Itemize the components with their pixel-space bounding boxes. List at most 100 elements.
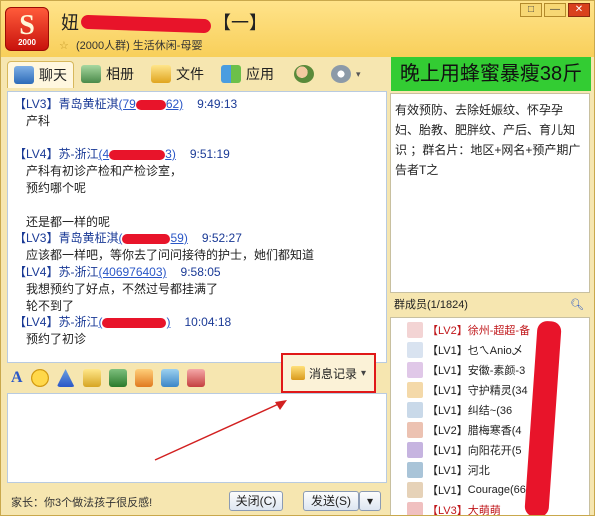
avatar <box>407 362 423 378</box>
avatar <box>407 442 423 458</box>
message-history-button[interactable]: 消息记录 ▾ <box>281 353 376 393</box>
redaction-mark <box>109 149 166 160</box>
close-button[interactable]: 关闭(C) <box>229 491 283 511</box>
folder-icon <box>151 65 171 83</box>
member-row[interactable]: 【LV2】 腊梅寒香(4 <box>391 420 589 440</box>
sender-id-link[interactable]: (59) <box>118 231 187 245</box>
minimize-button[interactable]: — <box>544 3 566 17</box>
avatar <box>407 342 423 358</box>
tip-link[interactable]: 家长：你3个做法孩子很反感! <box>11 494 152 510</box>
redaction-mark <box>122 233 171 244</box>
avatar <box>407 402 423 418</box>
member-row[interactable]: 【LV1】 纠结~(36 <box>391 400 589 420</box>
member-level: 【LV1】 <box>427 385 468 397</box>
doc-icon[interactable] <box>134 369 153 387</box>
group-category: 生活休闲-母婴 <box>132 40 203 52</box>
chevron-down-icon: ▾ <box>360 367 367 379</box>
message-time: 9:52:27 <box>201 231 242 245</box>
chat-message: 【LV4】苏-浙江(406976403) 9:58:05 我想预约了好点，不然过号… <box>14 264 221 315</box>
member-name: Courage(66 <box>467 484 526 496</box>
member-row[interactable]: 【LV3】 大萌萌 <box>391 500 589 516</box>
screenshot-icon[interactable] <box>160 369 179 387</box>
tab-chat-label: 聊天 <box>39 67 67 83</box>
maximize-button[interactable]: □ <box>520 3 542 17</box>
settings-button[interactable]: ▾ <box>331 61 361 87</box>
message-sender[interactable]: 苏-浙江 <box>58 315 98 329</box>
member-row[interactable]: 【LV1】 守护精灵(34 <box>391 380 589 400</box>
tab-apps[interactable]: 应用 <box>221 61 274 87</box>
message-header: 【LV3】青岛黄柾淇(59) 9:52:27 <box>14 230 314 247</box>
sender-id-link[interactable]: (4 3) <box>98 147 175 161</box>
group-member-count: (2000人群) <box>75 40 130 52</box>
members-count: 群成员(1/1824) <box>394 299 468 311</box>
tab-chat[interactable]: 聊天 <box>7 61 74 88</box>
member-row[interactable]: 【LV1】 安徽-素颜-3 <box>391 360 589 380</box>
tab-album-label: 相册 <box>106 66 134 82</box>
tab-album[interactable]: 相册 <box>81 61 134 87</box>
chat-message: 【LV3】青岛黄柾淇(79 62) 9:49:13 产科 <box>14 96 237 130</box>
tab-files[interactable]: 文件 <box>151 61 204 87</box>
emoji-icon[interactable] <box>30 369 49 387</box>
annotation-arrow <box>154 400 287 461</box>
member-name: 腊梅寒香(4 <box>467 425 522 437</box>
group-notice: 有效预防、去除妊娠纹、怀孕孕妇、胎教、肥胖纹、产后、育儿知识 ；群名片：地区+网… <box>390 93 590 293</box>
send-options-button[interactable]: ▾ <box>359 491 381 511</box>
message-sender[interactable]: 青岛黄柾淇 <box>58 97 118 111</box>
ad-banner[interactable]: 晚上用蜂蜜暴瘦38斤 <box>391 57 591 91</box>
star-icon[interactable]: ☆ <box>59 40 69 52</box>
message-text: 应该都一样吧，等你去了问问接待的护士，她们都知道 <box>26 248 315 262</box>
message-sender[interactable]: 苏-浙江 <box>58 147 98 161</box>
message-sender[interactable]: 青岛黄柾淇 <box>58 231 118 245</box>
add-member-button[interactable] <box>294 61 314 87</box>
message-level: 【LV4】 <box>14 315 59 329</box>
member-name: 大萌萌 <box>467 505 501 516</box>
message-header: 【LV3】青岛黄柾淇(79 62) 9:49:13 <box>14 96 237 113</box>
message-time: 9:49:13 <box>197 97 238 111</box>
qq-group-chat-window: S 2000 妞【一】 ☆ (2000人群) 生活休闲-母婴 □ — ✕ 聊天 … <box>0 0 595 516</box>
window-header: S 2000 妞 【一】 ☆ (2000人群) 生活休闲-母婴 □ — ✕ <box>1 1 594 57</box>
shake-icon[interactable] <box>56 369 75 387</box>
gear-icon <box>331 65 351 83</box>
gift-icon[interactable] <box>186 369 205 387</box>
sender-id-end: 59) <box>170 231 188 245</box>
note-icon[interactable] <box>82 369 101 387</box>
message-time: 9:51:19 <box>189 147 230 161</box>
message-level: 【LV4】 <box>14 147 59 161</box>
search-icon[interactable]: 🔍︎ <box>570 295 584 315</box>
member-name: 安徽-素颜-3 <box>467 365 526 377</box>
member-row[interactable]: 【LV1】 Courage(66 <box>391 480 589 500</box>
group-subtitle: ☆ (2000人群) 生活休闲-母婴 <box>59 37 202 53</box>
member-level: 【LV2】 <box>427 425 468 437</box>
avatar <box>407 502 423 515</box>
sender-id-end: ) <box>166 315 171 329</box>
sender-id-link[interactable]: (406976403) <box>98 265 166 279</box>
message-time: 10:04:18 <box>184 315 232 329</box>
avatar <box>407 322 423 338</box>
member-name: 纠结~(36 <box>467 405 513 417</box>
picture-icon[interactable] <box>108 369 127 387</box>
message-sender[interactable]: 苏-浙江 <box>58 265 98 279</box>
close-window-button[interactable]: ✕ <box>568 3 590 17</box>
members-header: 群成员(1/1824) 🔍︎ <box>390 295 590 315</box>
avatar <box>407 482 423 498</box>
member-level: 【LV1】 <box>427 405 468 417</box>
send-button[interactable]: 发送(S) <box>303 491 359 511</box>
sender-id-start: (79 <box>118 97 136 111</box>
member-name: 河北 <box>467 465 490 477</box>
window-controls: □ — ✕ <box>520 3 590 17</box>
sender-id-link[interactable]: (79 62) <box>118 97 183 111</box>
add-user-icon <box>294 65 314 83</box>
message-text: 还是都一样的呢 <box>26 215 111 229</box>
chat-message: 【LV3】青岛黄柾淇(59) 9:52:27 应该都一样吧，等你去了问问接待的护士… <box>14 230 314 264</box>
avatar <box>407 462 423 478</box>
member-row[interactable]: 【LV1】 河北 <box>391 460 589 480</box>
font-icon[interactable]: A <box>11 369 23 387</box>
message-text: 预约了初诊 <box>26 332 87 346</box>
member-row[interactable]: 【LV1】 向阳花开(5 <box>391 440 589 460</box>
sender-id-end: 62) <box>165 97 184 111</box>
avatar <box>407 382 423 398</box>
message-level: 【LV3】 <box>14 231 59 245</box>
group-logo[interactable]: S 2000 <box>5 7 49 51</box>
chat-message: 【LV4】苏-浙江() 10:04:18 预约了初诊 <box>14 314 231 348</box>
sender-id-link[interactable]: () <box>98 315 170 329</box>
